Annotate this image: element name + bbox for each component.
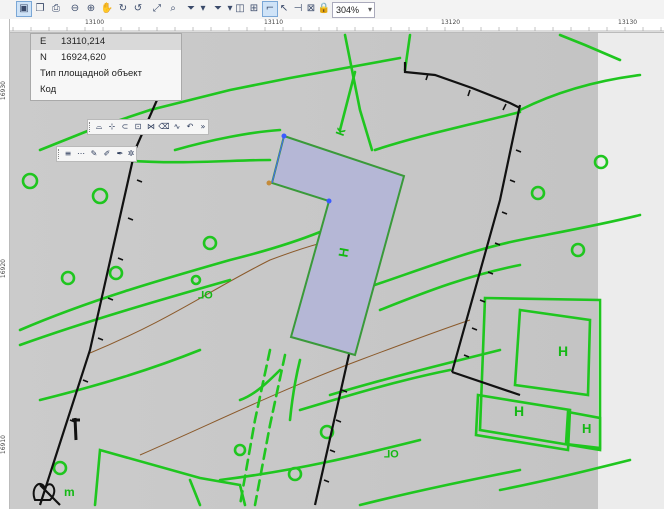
erase-icon[interactable]: ⌫ [158, 120, 170, 134]
ruler-top-label: 13100 [85, 19, 105, 26]
floating-edit-toolbar: ⌓ ⊹ ⊂ ⊡ ⋈ ⌫ ∿ ↶ » [87, 119, 209, 135]
ruler-left-label: 16930 [0, 81, 7, 101]
map-label-h: Н [514, 403, 525, 419]
ruler-left-label: 16920 [0, 259, 7, 279]
info-value: 13110,214 [61, 36, 106, 47]
info-row-northing: N 16924,620 [31, 50, 181, 66]
zoom-window-icon[interactable]: ⌕ [166, 2, 180, 16]
pencil-icon[interactable]: ✎ [88, 147, 100, 161]
zoom-in-icon[interactable]: ⊕ [84, 2, 98, 16]
vertex-handle [281, 133, 287, 139]
info-row-easting: E 13110,214 [31, 34, 181, 50]
zoom-select[interactable]: 304% ▾ [332, 2, 375, 18]
map-label-og: ОГ [384, 447, 399, 459]
dotted-line-icon[interactable]: ⋯ [75, 147, 87, 161]
info-key: Тип площадной объект [40, 68, 142, 79]
ruler-left: 16930 16920 16910 [0, 19, 10, 509]
toolbar-grip[interactable] [89, 122, 92, 132]
vertex-handle [326, 198, 332, 204]
info-key: E [40, 36, 47, 47]
info-key: N [40, 52, 47, 63]
info-value: 16924,620 [61, 52, 106, 63]
settings-icon[interactable]: ✲ [125, 147, 137, 161]
map-label-h: Н [558, 343, 569, 359]
map-canvas[interactable]: Н Н Н Н К ОГ ОГ m [10, 33, 664, 509]
toolbar-grip[interactable] [58, 149, 61, 159]
info-row-code: Код [31, 82, 181, 98]
pan-icon[interactable]: ✋ [100, 2, 114, 16]
print-icon[interactable]: ⎙ [49, 2, 63, 16]
tools-icon[interactable]: ⊣ [291, 2, 305, 16]
layers-icon[interactable]: ◫ [233, 2, 247, 16]
polygon-tool-icon[interactable]: ⌓ [93, 120, 105, 134]
arc-tool-icon[interactable]: ⊂ [119, 120, 131, 134]
add-vertex-icon[interactable]: ⊹ [106, 120, 118, 134]
select-icon[interactable]: ▣ [16, 1, 32, 17]
chevron-down-icon[interactable]: ▾ [368, 3, 372, 17]
floating-draw-toolbar: ≡ ⋯ ✎ ✐ ✒ ✲ [56, 146, 137, 162]
map-label-og: ОГ [198, 288, 213, 300]
map-drawing [10, 33, 664, 509]
ruler-top-label: 13120 [441, 19, 461, 26]
split-icon[interactable]: ⋈ [145, 120, 157, 134]
copy-icon[interactable]: ❐ [33, 2, 47, 16]
ruler-top-label: 13110 [264, 19, 284, 26]
curve-icon[interactable]: ∿ [171, 120, 183, 134]
zoom-out-icon[interactable]: ⊖ [68, 2, 82, 16]
info-key: Код [40, 84, 57, 95]
edit-node-icon[interactable]: ⊡ [132, 120, 144, 134]
rotate-icon[interactable]: ↻ [116, 2, 130, 16]
map-label-h: Н [582, 421, 592, 436]
reset-icon[interactable]: ⊠ [304, 2, 318, 16]
zoom-value: 304% [336, 5, 360, 15]
snap-icon[interactable]: ⌐ [262, 1, 278, 17]
ruler-left-label: 16910 [0, 435, 7, 455]
info-row-type: Тип площадной объект [31, 66, 181, 82]
rotate-back-icon[interactable]: ↺ [131, 2, 145, 16]
lock-icon[interactable]: 🔒 [317, 2, 331, 16]
vertex-handle [266, 180, 272, 186]
measure-icon[interactable]: ⊞ [247, 2, 261, 16]
filter-dropdown-icon[interactable]: ▾ [196, 2, 210, 16]
brush-icon[interactable]: ✐ [101, 147, 113, 161]
undo-icon[interactable]: ↶ [184, 120, 196, 134]
map-label-m: m [64, 485, 75, 499]
coordinate-info-panel: E 13110,214 N 16924,620 Тип площадной об… [30, 33, 182, 101]
ruler-top: 13100 13110 13120 13130 [9, 19, 664, 33]
flip-icon[interactable]: ↖ [277, 2, 291, 16]
zoom-extent-icon[interactable]: ⤢ [150, 2, 164, 16]
line-tool-icon[interactable]: ≡ [62, 147, 74, 161]
more-icon[interactable]: » [197, 120, 209, 134]
ruler-top-label: 13130 [618, 19, 638, 26]
main-toolbar: ▣ ❐ ⎙ ⊖ ⊕ ✋ ↻ ↺ ⤢ ⌕ ⏷ ▾ ⏷ ▾ ◫ ⊞ ⌐ ↖ ⊣ ⊠ … [0, 0, 664, 20]
